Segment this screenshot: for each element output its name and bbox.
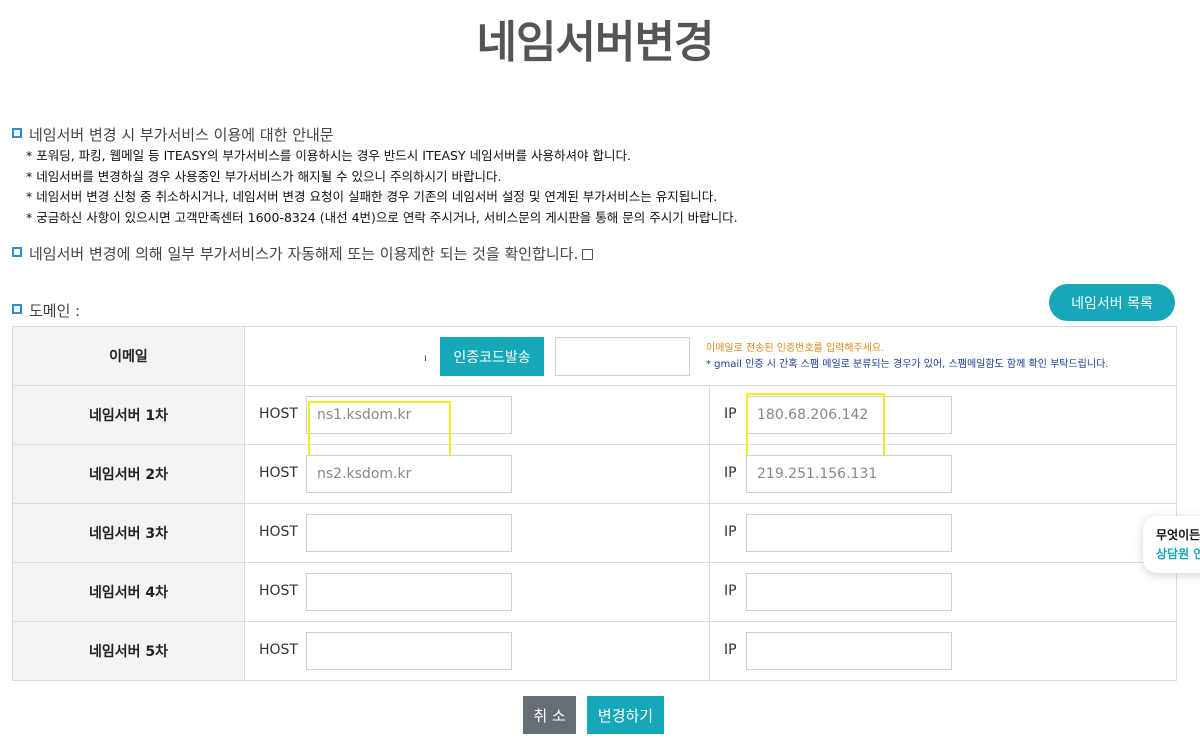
email-cell: ı 인증코드발송 이메일로 전송된 인증번호를 입력해주세요. * gmail … xyxy=(244,326,1177,386)
host-label: HOST xyxy=(259,406,298,422)
ip-label: IP xyxy=(724,406,737,422)
nameserver-form-table: 이메일 ı 인증코드발송 이메일로 전송된 인증번호를 입력해주세요. * gm… xyxy=(12,326,1177,681)
ip-cell: IP xyxy=(709,444,1177,504)
host-label: HOST xyxy=(259,583,298,599)
host-cell: HOST xyxy=(244,503,710,563)
email-note-orange: 이메일로 전송된 인증번호를 입력해주세요. xyxy=(706,343,885,354)
chat-widget[interactable]: 무엇이든 상담원 연 xyxy=(1143,516,1200,573)
confirm-text: 네임서버 변경에 의해 일부 부가서비스가 자동해제 또는 이용제한 되는 것을… xyxy=(29,245,579,263)
host-input-4[interactable] xyxy=(306,573,512,611)
host-input-1[interactable] xyxy=(306,396,512,434)
nameserver-row-label: 네임서버 2차 xyxy=(12,444,245,504)
notice-heading-text: 네임서버 변경 시 부가서비스 이용에 대한 안내문 xyxy=(29,126,334,144)
email-label: 이메일 xyxy=(12,326,245,386)
bullet-square-icon xyxy=(12,247,22,257)
nameserver-row: 네임서버 4차 HOST IP xyxy=(12,562,1177,622)
cancel-button[interactable]: 취 소 xyxy=(523,696,576,734)
ip-cell: IP xyxy=(709,503,1177,563)
ip-label: IP xyxy=(724,524,737,540)
verification-code-input[interactable] xyxy=(555,337,690,376)
confirm-checkbox[interactable] xyxy=(582,249,594,260)
email-note-blue: * gmail 인증 시 간혹 스팸 메일로 분류되는 경우가 있어, 스팸메일… xyxy=(706,359,1109,370)
submit-button[interactable]: 변경하기 xyxy=(587,696,664,734)
host-label: HOST xyxy=(259,642,298,658)
ip-input-4[interactable] xyxy=(746,573,952,611)
ip-cell: IP xyxy=(709,385,1177,491)
ip-input-3[interactable] xyxy=(746,514,952,552)
nameserver-row: 네임서버 1차 HOST IP xyxy=(12,385,1177,491)
email-notes: 이메일로 전송된 인증번호를 입력해주세요. * gmail 인증 시 간혹 스… xyxy=(706,341,1108,373)
host-label: HOST xyxy=(259,524,298,540)
nameserver-row: 네임서버 3차 HOST IP xyxy=(12,503,1177,563)
host-input-3[interactable] xyxy=(306,514,512,552)
ip-label: IP xyxy=(724,465,737,481)
bullet-square-icon xyxy=(12,304,22,314)
host-cell: HOST xyxy=(244,444,710,504)
nameserver-row-label: 네임서버 5차 xyxy=(12,621,245,681)
ip-input-1[interactable] xyxy=(746,396,952,434)
nameserver-row: 네임서버 2차 HOST IP xyxy=(12,444,1177,504)
chat-widget-subtitle: 상담원 연 xyxy=(1156,547,1200,561)
nameserver-row: 네임서버 5차 HOST IP xyxy=(12,621,1177,681)
host-input-2[interactable] xyxy=(306,455,512,493)
host-cell: HOST xyxy=(244,562,710,622)
ip-input-5[interactable] xyxy=(746,632,952,670)
ip-label: IP xyxy=(724,583,737,599)
nameserver-row-label: 네임서버 3차 xyxy=(12,503,245,563)
confirm-row: 네임서버 변경에 의해 일부 부가서비스가 자동해제 또는 이용제한 되는 것을… xyxy=(12,243,594,264)
host-label: HOST xyxy=(259,465,298,481)
ip-label: IP xyxy=(724,642,737,658)
bullet-square-icon xyxy=(12,128,22,138)
nameserver-row-label: 네임서버 4차 xyxy=(12,562,245,622)
nameserver-row-label: 네임서버 1차 xyxy=(12,385,245,445)
host-cell: HOST xyxy=(244,385,710,488)
email-value: ı xyxy=(424,353,427,364)
send-code-button[interactable]: 인증코드발송 xyxy=(440,337,544,376)
chat-widget-title: 무엇이든 xyxy=(1156,528,1200,542)
notice-heading: 네임서버 변경 시 부가서비스 이용에 대한 안내문 xyxy=(12,124,738,146)
notice-item: * 네임서버를 변경하실 경우 사용중인 부가서비스가 해지될 수 있으니 주의… xyxy=(26,168,502,184)
host-cell: HOST xyxy=(244,621,710,681)
notice-section: 네임서버 변경 시 부가서비스 이용에 대한 안내문 * 포워딩, 파킹, 웹메… xyxy=(12,124,738,228)
ip-input-2[interactable] xyxy=(746,455,952,493)
domain-label-text: 도메인 : xyxy=(29,302,81,320)
nameserver-list-button[interactable]: 네임서버 목록 xyxy=(1049,284,1175,321)
email-row: 이메일 ı 인증코드발송 이메일로 전송된 인증번호를 입력해주세요. * gm… xyxy=(12,326,1177,386)
domain-label: 도메인 : xyxy=(12,300,80,321)
notice-item: * 궁금하신 사항이 있으시면 고객만족센터 1600-8324 (내선 4번)… xyxy=(26,209,738,225)
notice-item: * 포워딩, 파킹, 웹메일 등 ITEASY의 부가서비스를 이용하시는 경우… xyxy=(26,148,632,163)
notice-list: * 포워딩, 파킹, 웹메일 등 ITEASY의 부가서비스를 이용하시는 경우… xyxy=(12,146,738,228)
ip-cell: IP xyxy=(709,562,1177,622)
host-input-5[interactable] xyxy=(306,632,512,670)
notice-item: * 네임서버 변경 신청 중 취소하시거나, 네임서버 변경 요청이 실패한 경… xyxy=(26,189,718,204)
ip-cell: IP xyxy=(709,621,1177,681)
page-title: 네임서버변경 xyxy=(476,17,715,68)
